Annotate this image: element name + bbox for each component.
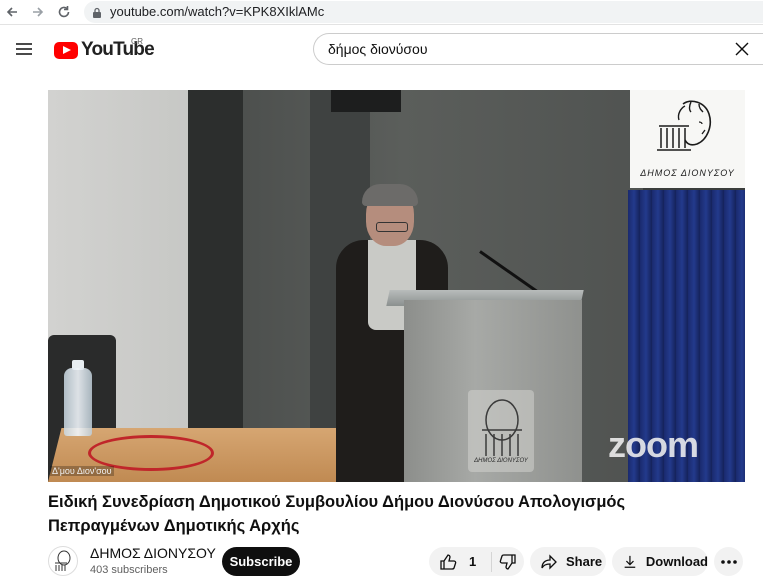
channel-avatar[interactable] xyxy=(48,546,78,576)
logo-card-text: ΔΗΜΟΣ ΔΙΟΝΥΣΟΥ xyxy=(640,168,735,178)
dislike-button[interactable] xyxy=(492,552,524,572)
search-input[interactable]: δήμος διονύσου xyxy=(313,33,763,65)
video-title: Ειδική Συνεδρίαση Δημοτικού Συμβουλίου Δ… xyxy=(48,493,626,535)
download-icon xyxy=(624,555,636,568)
video-speaker-hair xyxy=(362,184,418,206)
lock-icon xyxy=(92,6,102,24)
back-icon[interactable] xyxy=(2,2,22,22)
video-column xyxy=(188,90,243,482)
podium-logo-text: ΔΗΜΟΣ ΔΙΟΝΥΣΟΥ xyxy=(474,458,528,464)
municipality-logo-card: ΔΗΜΟΣ ΔΙΟΝΥΣΟΥ xyxy=(630,90,745,188)
share-button[interactable]: Share xyxy=(530,547,606,576)
like-count: 1 xyxy=(469,554,477,569)
thumbs-up-icon xyxy=(440,553,457,570)
share-label: Share xyxy=(566,554,603,569)
url-text: youtube.com/watch?v=KPK8XIklAMc xyxy=(110,4,325,19)
video-player[interactable]: ΔΗΜΟΣ ΔΙΟΝΥΣΟΥ ΔΗΜΟΣ ΔΙΟΝΥΣΟΥ zoom Δ'μου… xyxy=(48,90,745,482)
subscribe-button[interactable]: Subscribe xyxy=(222,547,300,576)
thumbs-down-icon xyxy=(499,553,516,570)
address-bar[interactable]: youtube.com/watch?v=KPK8XIklAMc xyxy=(84,1,763,23)
youtube-header: YouTube GR δήμος διονύσου xyxy=(0,25,763,73)
browser-toolbar: youtube.com/watch?v=KPK8XIklAMc xyxy=(0,0,763,25)
more-horizontal-icon xyxy=(720,559,737,564)
video-podium-logo: ΔΗΜΟΣ ΔΙΟΝΥΣΟΥ xyxy=(468,390,534,472)
subscriber-count: 403 subscribers xyxy=(90,564,168,576)
channel-name[interactable]: ΔΗΜΟΣ ΔΙΟΝΥΣΟΥ xyxy=(90,545,216,561)
menu-icon[interactable] xyxy=(14,39,34,59)
corner-watermark: Δ'μου Διον'σου xyxy=(50,466,114,476)
like-dislike-group: 1 xyxy=(429,547,524,576)
video-speaker-glasses xyxy=(376,222,408,232)
download-button[interactable]: Download xyxy=(612,547,708,576)
zoom-watermark: zoom xyxy=(608,424,699,465)
more-actions-button[interactable] xyxy=(714,547,743,576)
video-ceiling-fixture xyxy=(331,90,401,112)
video-water-bottle xyxy=(64,368,92,436)
dionysus-head-icon xyxy=(657,100,712,151)
share-icon xyxy=(541,553,557,570)
like-button[interactable]: 1 xyxy=(429,551,492,572)
download-label: Download xyxy=(645,554,708,569)
youtube-play-icon xyxy=(54,41,78,59)
search-value: δήμος διονύσου xyxy=(328,41,428,57)
country-code: GR xyxy=(131,37,143,46)
reload-icon[interactable] xyxy=(54,2,74,22)
clear-icon[interactable] xyxy=(733,40,751,58)
forward-icon[interactable] xyxy=(28,2,48,22)
